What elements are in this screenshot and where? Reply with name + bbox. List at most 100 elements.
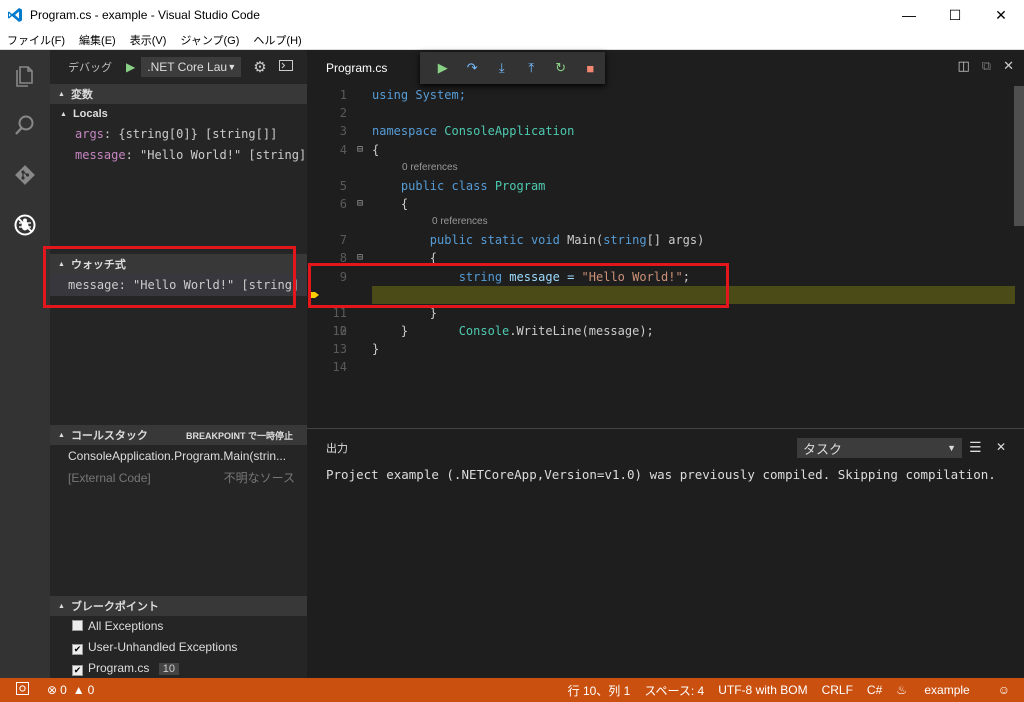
annotation-box-code <box>308 263 729 308</box>
git-icon[interactable] <box>0 150 50 200</box>
code-token: [] args) <box>646 233 705 248</box>
code-line: 14 <box>307 358 1024 376</box>
menu-file[interactable]: ファイル(F) <box>0 32 72 48</box>
collapse-triangle-icon: ▲ <box>60 110 67 118</box>
debug-icon[interactable] <box>0 200 50 250</box>
close-editor-icon[interactable]: ✕ <box>1003 58 1014 74</box>
breakpoint-checkbox[interactable] <box>72 620 83 631</box>
step-out-icon[interactable]: ⤒ <box>517 60 547 76</box>
code-line: 1 using System; <box>307 86 1024 104</box>
code-token: public class <box>400 178 488 193</box>
breakpoint-item[interactable]: All Exceptions <box>50 616 307 637</box>
output-text: Project example (.NETCoreApp,Version=v1.… <box>326 467 996 482</box>
variable-value: "Hello World!" [string] <box>140 148 307 162</box>
variable-row[interactable]: message: "Hello World!" [string] <box>50 145 307 166</box>
project-status[interactable]: ♨ example <box>896 683 983 697</box>
search-icon[interactable] <box>0 100 50 150</box>
output-channel-value: タスク <box>803 441 843 457</box>
output-panel-header: 出力 タスク ▼ ☰ ✕ <box>307 429 1024 467</box>
output-panel: 出力 タスク ▼ ☰ ✕ Project example (.NETCoreAp… <box>307 428 1024 678</box>
error-count: 0 <box>60 683 67 697</box>
breakpoint-item[interactable]: ✔ Program.cs 10 <box>50 658 307 679</box>
code-token: Main( <box>559 233 604 248</box>
encoding-status[interactable]: UTF-8 with BOM <box>718 683 807 697</box>
code-token: { <box>400 196 409 211</box>
locals-scope[interactable]: ▲ Locals <box>50 104 307 124</box>
chevron-down-icon: ▼ <box>947 443 956 453</box>
debug-header: デバッグ ▶ .NET Core Lau ▼ ⚙ <box>50 50 307 84</box>
variable-name: message <box>75 148 126 162</box>
stack-frame-source: 不明なソース <box>223 471 295 485</box>
stack-frame[interactable]: ConsoleApplication.Program.Main(strin... <box>50 445 307 467</box>
locals-scope-label: Locals <box>72 108 108 120</box>
callstack-section-header[interactable]: ▲ コールスタック BREAKPOINT で一時停止 <box>50 425 307 445</box>
breakpoint-label: Program.cs <box>88 661 150 675</box>
breakpoints-header-label: ブレークポイント <box>70 601 159 613</box>
line-number: 12 <box>332 324 347 339</box>
code-view[interactable]: 1 using System; 2 3 namespace ConsoleAppli… <box>307 86 1024 377</box>
variables-section-header[interactable]: ▲ 変数 <box>50 84 307 104</box>
output-channel-select[interactable]: タスク ▼ <box>797 438 962 458</box>
debug-toolbar: ▶ ↷ ⤓ ⤒ ↻ ■ <box>420 52 605 84</box>
eol-status[interactable]: CRLF <box>822 683 853 697</box>
debug-sidebar: デバッグ ▶ .NET Core Lau ▼ ⚙ ▲ 変数 ▲ Locals ar… <box>50 50 307 678</box>
split-editor-icon[interactable]: ◫ <box>958 58 970 74</box>
variable-row[interactable]: args: {string[0]} [string[]] <box>50 124 307 145</box>
breakpoints-section-header[interactable]: ▲ ブレークポイント <box>50 596 307 616</box>
debug-config-select[interactable]: .NET Core Lau ▼ <box>141 57 242 77</box>
minimize-button[interactable]: — <box>886 0 932 30</box>
step-over-icon[interactable]: ↷ <box>458 60 488 76</box>
codelens-references[interactable]: 0 references <box>307 213 1024 231</box>
open-changes-icon[interactable]: ⧉ <box>982 58 991 74</box>
menu-view[interactable]: 表示(V) <box>123 32 174 48</box>
fold-icon[interactable]: ⊟ <box>357 141 367 159</box>
debug-config-value: .NET Core Lau <box>147 60 228 74</box>
continue-icon[interactable]: ▶ <box>428 60 458 76</box>
collapse-triangle-icon: ▲ <box>58 90 65 98</box>
gear-icon[interactable]: ⚙ <box>253 58 266 76</box>
codelens-references[interactable]: 0 references <box>307 159 1024 177</box>
indentation-status[interactable]: スペース: 4 <box>644 682 704 699</box>
menu-goto[interactable]: ジャンプ(G) <box>173 32 246 48</box>
close-panel-icon[interactable]: ✕ <box>996 440 1006 454</box>
clear-output-icon[interactable]: ☰ <box>969 439 982 456</box>
breakpoint-checkbox[interactable]: ✔ <box>72 665 83 676</box>
close-window-button[interactable]: ✕ <box>978 0 1024 30</box>
line-number: 3 <box>339 124 347 139</box>
feedback-smiley-icon[interactable]: ☺ <box>998 683 1010 697</box>
debug-label: デバッグ <box>68 62 112 74</box>
menu-help[interactable]: ヘルプ(H) <box>246 32 308 48</box>
fold-icon[interactable]: ⊟ <box>357 195 367 213</box>
error-icon: ⊗ <box>47 683 58 697</box>
step-into-icon[interactable]: ⤓ <box>487 60 517 76</box>
debug-console-icon[interactable] <box>278 60 293 74</box>
stack-frame-name: [External Code] <box>68 471 151 485</box>
code-line: 6 ⊟ { <box>307 195 1024 213</box>
stop-icon[interactable]: ■ <box>576 61 606 76</box>
language-status[interactable]: C# <box>867 683 882 697</box>
editor-scrollbar[interactable] <box>1014 86 1024 226</box>
breakpoint-checkbox[interactable]: ✔ <box>72 644 83 655</box>
code-line: 2 <box>307 104 1024 122</box>
stack-frame[interactable]: [External Code] 不明なソース <box>50 467 307 489</box>
activity-bar <box>0 50 50 678</box>
problems-status[interactable]: ⊗ 0 ▲ 0 <box>47 683 94 697</box>
maximize-button[interactable]: ☐ <box>932 0 978 30</box>
debug-status-icon[interactable] <box>16 682 29 698</box>
line-number: 2 <box>339 106 347 121</box>
editor-area: Program.cs ▶ ↷ ⤓ ⤒ ↻ ■ ◫ ⧉ ✕ 1 using Syst… <box>307 50 1024 428</box>
cursor-position[interactable]: 行 10、列 1 <box>568 682 631 699</box>
warning-icon: ▲ <box>72 683 85 697</box>
line-number: 7 <box>339 233 347 248</box>
restart-icon[interactable]: ↻ <box>546 60 576 76</box>
start-debug-play-icon[interactable]: ▶ <box>126 60 135 74</box>
menu-edit[interactable]: 編集(E) <box>72 32 123 48</box>
breakpoint-item[interactable]: ✔ User-Unhandled Exceptions <box>50 637 307 658</box>
line-number: 13 <box>332 342 347 357</box>
code-line: 3 namespace ConsoleApplication <box>307 122 1024 140</box>
line-number: 4 <box>339 142 347 157</box>
annotation-box-watch <box>43 246 296 308</box>
breakpoint-label: User-Unhandled Exceptions <box>88 640 238 654</box>
tab-program-cs[interactable]: Program.cs <box>307 61 387 75</box>
explorer-icon[interactable] <box>0 50 50 100</box>
